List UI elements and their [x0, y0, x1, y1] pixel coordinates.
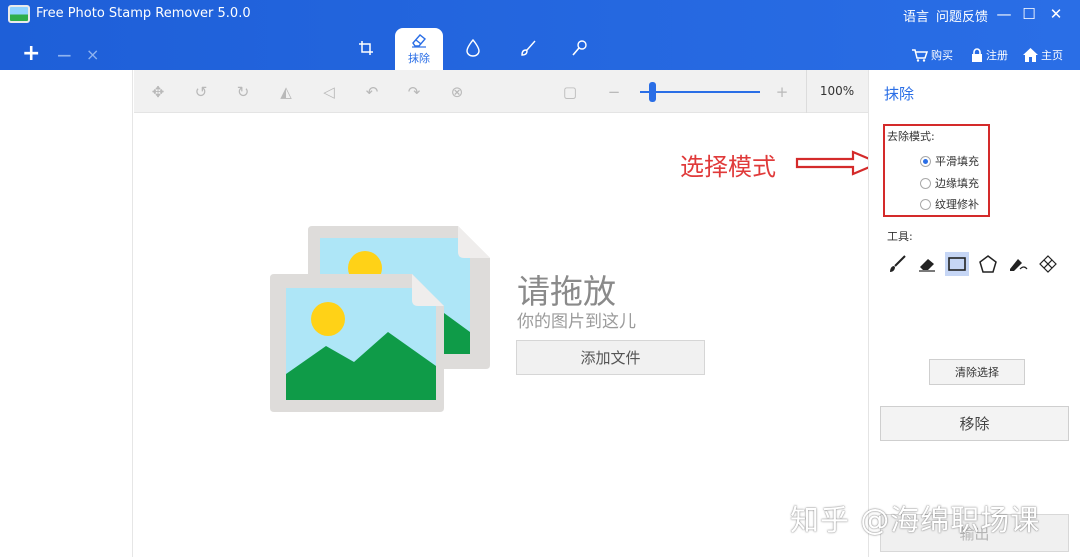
- remove-image-button[interactable]: −: [56, 45, 73, 65]
- feedback-menu[interactable]: 问题反馈: [936, 6, 988, 25]
- remove-button[interactable]: 移除: [880, 406, 1069, 441]
- zoom-out-icon[interactable]: −: [604, 82, 624, 102]
- add-file-button[interactable]: 添加文件: [516, 340, 705, 375]
- buy-button[interactable]: 购买: [912, 47, 953, 63]
- minimize-button[interactable]: —: [994, 4, 1014, 24]
- mode-option-edge[interactable]: 边缘填充: [920, 175, 979, 191]
- home-label: 主页: [1041, 49, 1063, 62]
- mode-option-smooth[interactable]: 平滑填充: [920, 153, 979, 169]
- clear-selection-button[interactable]: 清除选择: [929, 359, 1025, 385]
- drop-subtitle: 你的图片到这儿: [517, 312, 636, 332]
- brush-icon: [890, 255, 906, 272]
- home-button[interactable]: 主页: [1023, 47, 1063, 63]
- annotation-label: 选择模式: [680, 153, 776, 181]
- close-icon: ✕: [1049, 5, 1063, 23]
- maximize-icon: ☐: [1022, 5, 1036, 23]
- tab-brush[interactable]: [504, 28, 552, 68]
- removal-mode-label: 去除模式:: [887, 130, 935, 143]
- buy-label: 购买: [931, 49, 953, 62]
- home-icon: [1023, 48, 1038, 62]
- lock-icon: [972, 48, 982, 62]
- zoom-slider-track[interactable]: [640, 91, 760, 93]
- language-menu[interactable]: 语言: [903, 6, 929, 25]
- redo-icon[interactable]: ↷: [404, 82, 424, 102]
- eraser-tool[interactable]: [915, 252, 939, 276]
- panel-title: 抹除: [884, 85, 915, 103]
- add-image-button[interactable]: +: [22, 43, 40, 65]
- magic-wand-tool[interactable]: [1036, 252, 1060, 276]
- tab-drop[interactable]: [449, 28, 497, 68]
- close-button[interactable]: ✕: [1046, 4, 1066, 24]
- photos-illustration: [270, 226, 490, 412]
- register-label: 注册: [986, 49, 1008, 62]
- app-logo-icon: [8, 5, 30, 23]
- pen-tool[interactable]: [1006, 252, 1030, 276]
- close-image-button[interactable]: ×: [86, 46, 99, 64]
- polygon-tool[interactable]: [976, 252, 1000, 276]
- crop-icon: [359, 41, 373, 55]
- zoom-in-icon[interactable]: +: [772, 82, 792, 102]
- mode-option-texture[interactable]: 纹理修补: [920, 196, 979, 212]
- brush-icon: [521, 40, 536, 56]
- move-icon[interactable]: ✥: [148, 82, 168, 102]
- rotate-right-icon[interactable]: ↻: [233, 82, 253, 102]
- maximize-button[interactable]: ☐: [1019, 4, 1039, 24]
- tab-erase-label: 抹除: [408, 52, 430, 65]
- drop-icon: [466, 39, 480, 57]
- title-bar: Free Photo Stamp Remover 5.0.0 语言 问题反馈 —…: [0, 0, 1080, 70]
- radio-icon: [920, 177, 931, 189]
- undo-icon[interactable]: ↶: [362, 82, 382, 102]
- drop-title: 请拖放: [517, 272, 616, 311]
- cancel-icon[interactable]: ⊗: [447, 82, 467, 102]
- brush-tool[interactable]: [885, 252, 909, 276]
- eraser-icon: [412, 34, 427, 48]
- watermark: 知乎 @海绵职场课: [790, 503, 1041, 537]
- tab-stamp[interactable]: [556, 28, 604, 68]
- cart-icon: [912, 48, 928, 62]
- radio-icon: [920, 155, 931, 167]
- tab-crop[interactable]: [342, 28, 390, 68]
- zoom-percent: 100%: [819, 84, 855, 98]
- radio-icon: [920, 198, 931, 210]
- register-button[interactable]: 注册: [971, 47, 1008, 63]
- tools-label: 工具:: [887, 230, 913, 243]
- mode-option-label: 边缘填充: [935, 177, 979, 190]
- mode-option-label: 纹理修补: [935, 198, 979, 211]
- minimize-icon: —: [996, 5, 1012, 23]
- stamp-icon: [572, 40, 587, 56]
- tab-erase[interactable]: 抹除: [395, 28, 443, 70]
- app-title: Free Photo Stamp Remover 5.0.0: [36, 6, 251, 21]
- eraser-icon: [919, 259, 935, 272]
- zoom-slider-handle[interactable]: [649, 82, 656, 102]
- mode-option-label: 平滑填充: [935, 155, 979, 168]
- rectangle-select-icon: [948, 257, 966, 271]
- magic-select-icon: [1039, 255, 1057, 273]
- fit-screen-icon[interactable]: ▢: [560, 82, 580, 102]
- polygon-icon: [979, 255, 997, 273]
- rectangle-tool[interactable]: [945, 252, 969, 276]
- pen-icon: [1010, 259, 1028, 271]
- flip-vertical-icon[interactable]: ◁: [319, 82, 339, 102]
- thumbnail-panel: [0, 70, 133, 557]
- flip-horizontal-icon[interactable]: ◭: [276, 82, 296, 102]
- rotate-left-icon[interactable]: ↺: [191, 82, 211, 102]
